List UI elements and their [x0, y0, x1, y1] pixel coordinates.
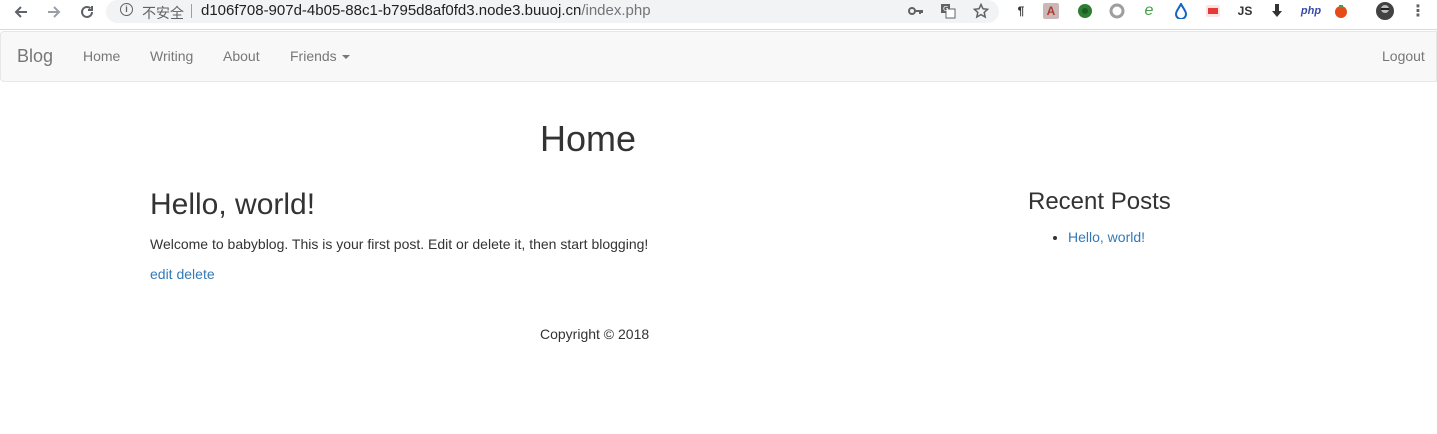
- svg-text:G: G: [943, 5, 948, 13]
- navbar-brand[interactable]: Blog: [17, 46, 53, 67]
- nav-friends-label: Friends: [290, 48, 337, 64]
- site-navbar: Blog Home Writing About Friends Logout: [0, 31, 1437, 82]
- edit-post-link[interactable]: edit: [150, 266, 173, 282]
- reload-icon[interactable]: [75, 0, 99, 24]
- info-icon[interactable]: i: [120, 3, 133, 16]
- browser-toolbar: i 不安全 d106f708-907d-4b05-88c1-b795d8af0f…: [0, 0, 1437, 30]
- omnibox-divider: [191, 4, 192, 18]
- recent-posts-list: Hello, world!: [1028, 229, 1145, 245]
- pdf-ext-icon[interactable]: A: [1043, 3, 1059, 19]
- address-bar[interactable]: i 不安全 d106f708-907d-4b05-88c1-b795d8af0f…: [106, 0, 999, 23]
- key-icon[interactable]: [907, 2, 925, 20]
- pilcrow-ext-icon[interactable]: ¶: [1011, 1, 1031, 21]
- post-actions: edit delete: [150, 266, 215, 282]
- php-ext-icon[interactable]: php: [1299, 1, 1323, 21]
- url-text[interactable]: d106f708-907d-4b05-88c1-b795d8af0fd3.nod…: [201, 2, 651, 19]
- caret-down-icon: [341, 55, 350, 60]
- security-status[interactable]: 不安全: [142, 3, 184, 23]
- nav-writing[interactable]: Writing: [150, 48, 193, 64]
- js-ext-icon[interactable]: JS: [1235, 1, 1255, 21]
- green-e-ext-icon[interactable]: e: [1139, 1, 1159, 21]
- gray-ring-ext-icon[interactable]: [1107, 1, 1127, 21]
- green-globe-ext-icon[interactable]: [1075, 1, 1095, 21]
- post-body: Welcome to babyblog. This is your first …: [150, 236, 649, 252]
- download-ext-icon[interactable]: [1267, 1, 1287, 21]
- recent-post-link[interactable]: Hello, world!: [1068, 229, 1145, 245]
- page-title: Home: [540, 118, 637, 159]
- url-host: d106f708-907d-4b05-88c1-b795d8af0fd3.nod…: [201, 2, 582, 19]
- profile-avatar-icon[interactable]: [1375, 1, 1395, 21]
- recent-posts-title: Recent Posts: [1028, 188, 1171, 215]
- more-vert-icon[interactable]: ⋮: [1408, 1, 1428, 21]
- nav-home[interactable]: Home: [83, 48, 120, 64]
- tomato-ext-icon[interactable]: [1331, 1, 1351, 21]
- red-badge-ext-icon[interactable]: [1203, 1, 1223, 21]
- delete-post-link[interactable]: delete: [176, 266, 214, 282]
- back-icon[interactable]: [9, 0, 33, 24]
- post-title: Hello, world!: [150, 188, 316, 221]
- drop-ext-icon[interactable]: [1171, 1, 1191, 21]
- star-icon[interactable]: [972, 2, 990, 20]
- list-item: Hello, world!: [1068, 229, 1145, 245]
- nav-logout[interactable]: Logout: [1382, 48, 1425, 64]
- footer-copyright: Copyright © 2018: [540, 326, 650, 342]
- translate-icon[interactable]: G: [939, 2, 957, 20]
- forward-icon[interactable]: [42, 0, 66, 24]
- url-path: /index.php: [581, 2, 651, 19]
- nav-friends-dropdown[interactable]: Friends: [290, 48, 350, 64]
- nav-about[interactable]: About: [223, 48, 260, 64]
